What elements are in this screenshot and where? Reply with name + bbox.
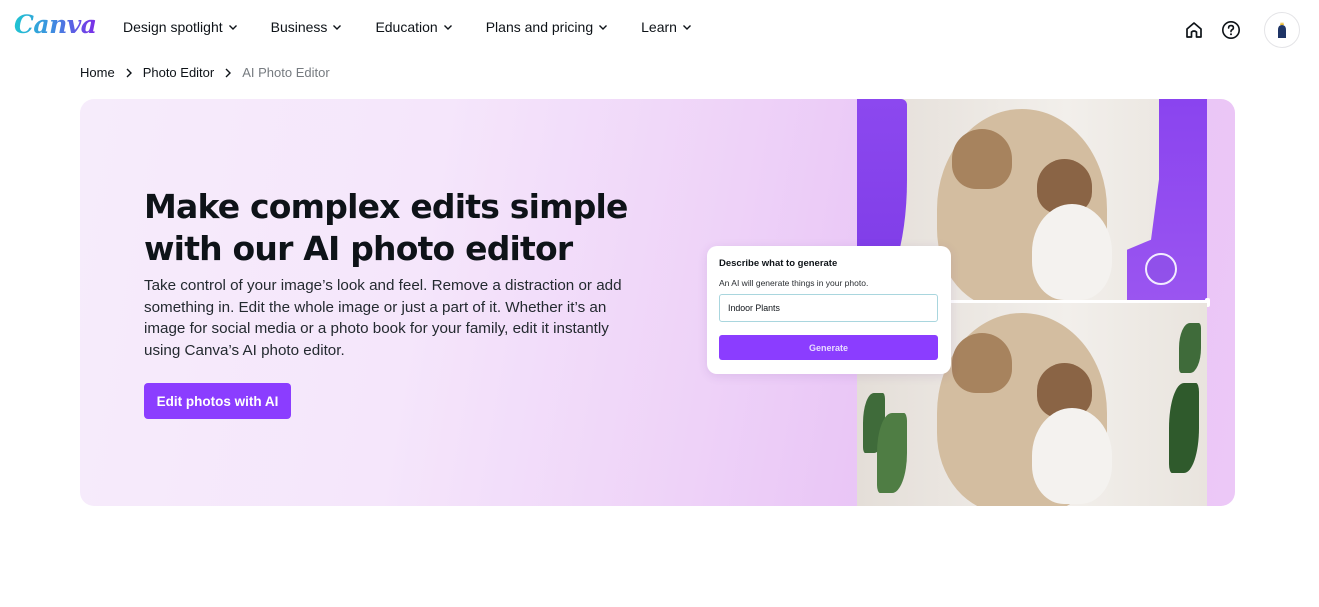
hero-title: Make complex edits simple with our AI ph… <box>144 187 628 268</box>
generate-prompt-card: Describe what to generate An AI will gen… <box>707 246 951 374</box>
prompt-input[interactable] <box>719 294 938 322</box>
top-navigation: Canva Design spotlight Business Educatio… <box>0 0 1319 56</box>
help-button[interactable] <box>1219 18 1243 42</box>
nav-item-label: Learn <box>641 19 677 35</box>
nav-item-education[interactable]: Education <box>375 19 452 35</box>
breadcrumb: Home Photo Editor AI Photo Editor <box>80 65 330 80</box>
nav-item-label: Education <box>375 19 438 35</box>
brush-cursor <box>1145 253 1177 285</box>
breadcrumb-current-page: AI Photo Editor <box>242 65 330 80</box>
chevron-down-icon <box>599 25 608 30</box>
nav-item-label: Plans and pricing <box>485 19 594 35</box>
breadcrumb-photo-editor[interactable]: Photo Editor <box>143 65 215 80</box>
nav-item-label: Design spotlight <box>123 19 223 35</box>
photo-subject <box>1032 204 1112 300</box>
generated-plant <box>1169 383 1199 473</box>
nav-item-plans-and-pricing[interactable]: Plans and pricing <box>486 19 608 35</box>
nav-item-learn[interactable]: Learn <box>641 19 692 35</box>
nav-item-business[interactable]: Business <box>271 19 343 35</box>
generated-plant <box>877 413 907 493</box>
photo-subject <box>1032 408 1112 504</box>
hero-description: Take control of your image’s look and fe… <box>144 277 622 359</box>
chevron-down-icon <box>228 25 237 30</box>
nav-right-actions <box>1182 12 1300 48</box>
main-menu: Design spotlight Business Education Plan… <box>123 19 725 35</box>
canva-logo[interactable]: Canva <box>14 10 97 39</box>
generated-plant <box>1179 323 1201 373</box>
prompt-card-title: Describe what to generate <box>719 258 838 269</box>
hero-banner: Make complex edits simple with our AI ph… <box>80 99 1235 506</box>
photo-subject <box>952 129 1012 189</box>
chevron-right-icon <box>126 68 132 77</box>
chevron-down-icon <box>443 25 452 30</box>
home-icon <box>1186 22 1202 38</box>
chevron-down-icon <box>682 25 691 30</box>
edit-photos-with-ai-button[interactable]: Edit photos with AI <box>144 383 291 419</box>
breadcrumb-home[interactable]: Home <box>80 65 115 80</box>
nav-item-design-spotlight[interactable]: Design spotlight <box>123 19 238 35</box>
generate-button[interactable]: Generate <box>719 335 938 360</box>
prompt-card-subtitle: An AI will generate things in your photo… <box>719 278 869 288</box>
nav-item-label: Business <box>270 19 328 35</box>
chevron-down-icon <box>333 25 342 30</box>
help-icon <box>1222 21 1240 39</box>
avatar[interactable] <box>1264 12 1300 48</box>
chevron-right-icon <box>225 68 232 77</box>
photo-subject <box>952 333 1012 393</box>
home-button[interactable] <box>1182 18 1206 42</box>
avatar-image-icon <box>1278 22 1286 38</box>
